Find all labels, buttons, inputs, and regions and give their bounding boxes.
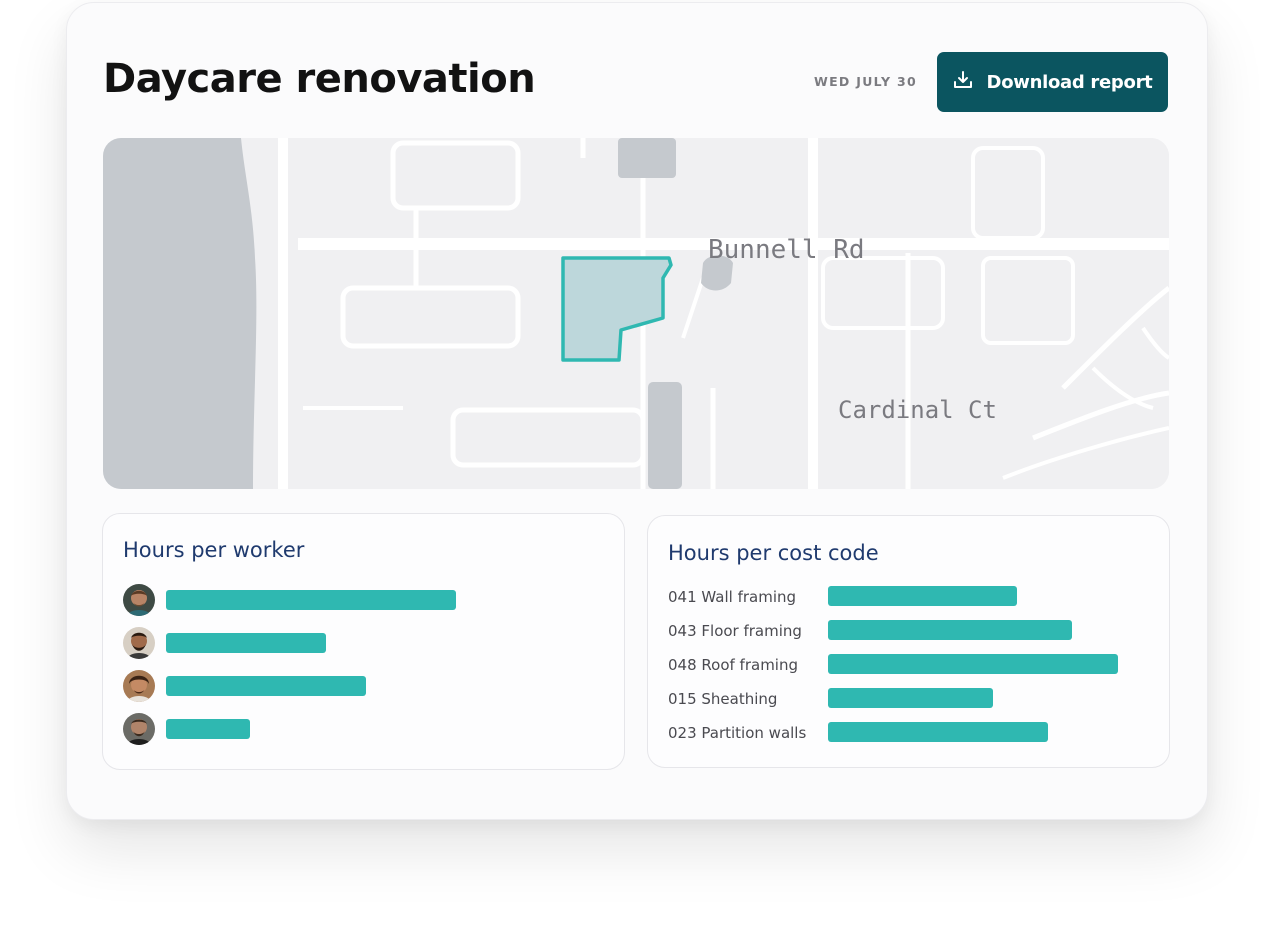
- hours-per-cost-code-panel: Hours per cost code 041 Wall framing 043…: [647, 515, 1170, 768]
- cost-code-bar: [828, 654, 1118, 674]
- download-report-label: Download report: [986, 71, 1153, 93]
- hours-per-cost-code-title: Hours per cost code: [668, 541, 879, 565]
- worker-hours-bar: [166, 590, 456, 610]
- report-date: WED JULY 30: [814, 74, 917, 89]
- street-label-bunnell: Bunnell Rd: [708, 235, 865, 265]
- cost-code-label: 043 Floor framing: [668, 622, 802, 640]
- worker-hours-bar: [166, 719, 251, 739]
- water-area: [103, 138, 257, 489]
- site-map[interactable]: Bunnell Rd Cardinal Ct: [103, 138, 1169, 489]
- download-icon: [953, 70, 973, 95]
- cost-code-bar: [828, 620, 1072, 640]
- page-title: Daycare renovation: [103, 56, 536, 102]
- cost-code-bar: [828, 688, 994, 708]
- download-report-button[interactable]: Download report: [937, 52, 1168, 112]
- street-label-cardinal: Cardinal Ct: [838, 396, 997, 424]
- cost-code-bar: [828, 586, 1017, 606]
- worker-hours-bar: [166, 633, 326, 653]
- cost-code-label: 015 Sheathing: [668, 690, 778, 708]
- cost-code-bar: [828, 722, 1049, 742]
- worker-avatar: [123, 627, 155, 659]
- cost-code-label: 023 Partition walls: [668, 724, 807, 742]
- hours-per-worker-panel: Hours per worker: [102, 513, 625, 770]
- worker-hours-bar: [166, 676, 367, 696]
- worker-avatar: [123, 670, 155, 702]
- hours-per-worker-title: Hours per worker: [123, 538, 305, 562]
- cost-code-label: 041 Wall framing: [668, 588, 797, 606]
- worker-avatar: [123, 584, 155, 616]
- cost-code-label: 048 Roof framing: [668, 656, 798, 674]
- worker-avatar: [123, 713, 155, 745]
